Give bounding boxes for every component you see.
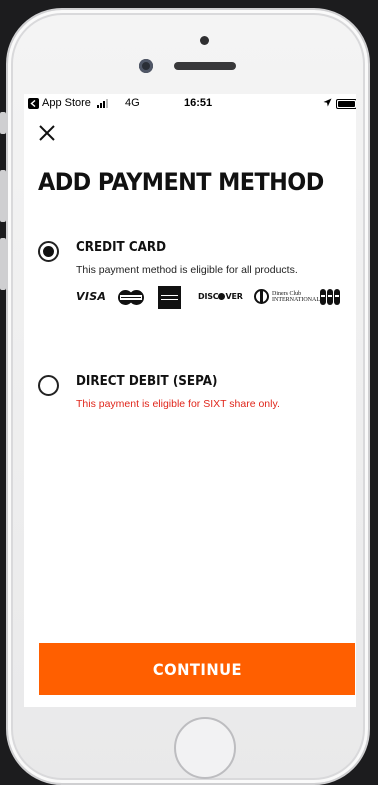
jcb-logo [320, 289, 340, 305]
continue-label: CONTINUE [152, 659, 242, 679]
signal-strength-icon [97, 99, 108, 108]
clock: 16:51 [184, 97, 213, 109]
option-title: CREDIT CARD [76, 240, 167, 255]
battery-icon [336, 99, 356, 109]
back-app-label: App Store [42, 97, 91, 109]
proximity-sensor [200, 36, 209, 45]
option-description-warning: This payment is eligible for SIXT share … [76, 398, 280, 410]
status-bar: App Store 4G 16:51 [24, 94, 356, 114]
card-logos: VISA DISC VER Diners Club INTERNATIONAL [76, 286, 346, 309]
diners-club-logo: Diners Club INTERNATIONAL [254, 289, 320, 304]
network-type: 4G [125, 97, 140, 109]
continue-button[interactable]: CONTINUE [39, 643, 355, 695]
mastercard-logo [118, 290, 144, 305]
visa-logo: VISA [76, 290, 107, 303]
page-title: ADD PAYMENT METHOD [38, 168, 324, 196]
back-to-app-link[interactable]: App Store [28, 97, 91, 109]
close-icon[interactable] [37, 123, 57, 143]
radio-button-selected[interactable] [38, 241, 59, 262]
volume-down-button[interactable] [0, 238, 6, 290]
earpiece-speaker [174, 62, 236, 70]
amex-logo [158, 286, 181, 309]
home-button[interactable] [174, 717, 236, 779]
front-camera [139, 59, 153, 73]
discover-logo: DISC VER [198, 292, 243, 301]
payment-option-credit-card[interactable]: CREDIT CARD This payment method is eligi… [38, 240, 348, 312]
option-title: DIRECT DEBIT (SEPA) [76, 374, 218, 389]
payment-option-direct-debit[interactable]: DIRECT DEBIT (SEPA) This payment is elig… [38, 374, 348, 418]
location-arrow-icon [323, 98, 332, 110]
option-description: This payment method is eligible for all … [76, 264, 298, 276]
back-arrow-icon [28, 97, 39, 109]
volume-up-button[interactable] [0, 170, 6, 222]
mute-switch[interactable] [0, 112, 6, 134]
app-screen: App Store 4G 16:51 ADD PAYMENT METHOD CR… [24, 94, 356, 707]
radio-button-unselected[interactable] [38, 375, 59, 396]
